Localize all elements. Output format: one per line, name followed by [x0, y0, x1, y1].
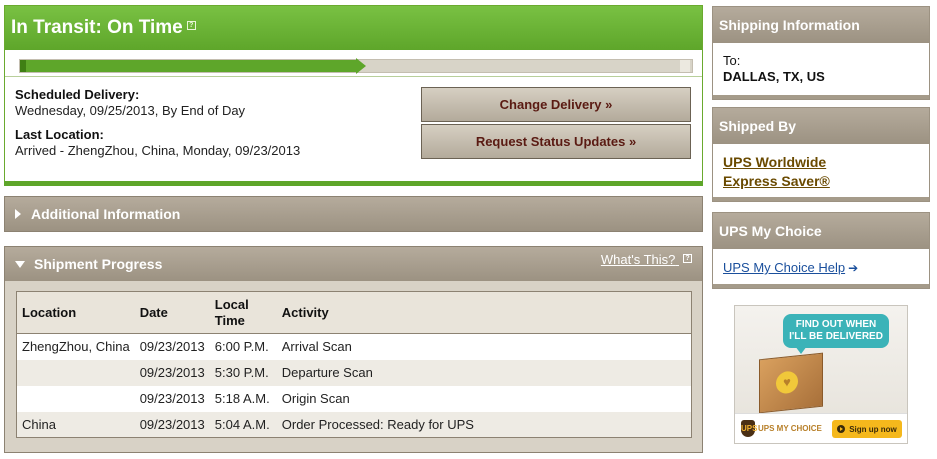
ship-to-label: To:	[723, 53, 741, 68]
service-link[interactable]: UPS Worldwide Express Saver®	[723, 153, 919, 191]
table-row: 09/23/2013 5:30 P.M. Departure Scan	[16, 359, 692, 386]
shipped-by-panel: Shipped By UPS Worldwide Express Saver®	[712, 107, 930, 202]
sign-up-now-button[interactable]: Sign up now	[832, 420, 902, 438]
shipment-progress-section: Location Date Local Time Activity ZhengZ…	[4, 281, 703, 453]
cell-date: 09/23/2013	[134, 411, 210, 438]
column-header-date: Date	[134, 291, 210, 334]
table-row: ZhengZhou, China 09/23/2013 6:00 P.M. Ar…	[17, 334, 692, 360]
panel-bottom-bar	[713, 197, 929, 201]
speech-bubble-tail	[795, 346, 807, 354]
cell-date: 09/23/2013	[134, 359, 210, 386]
ups-my-choice-panel: UPS My Choice UPS My Choice Help ➔	[712, 212, 930, 289]
heart-icon: ♥	[776, 370, 798, 395]
sign-up-now-label: Sign up now	[849, 424, 897, 434]
status-panel: In Transit: On Time ? Scheduled Delivery…	[4, 5, 703, 186]
delivery-progress-bar	[19, 58, 693, 74]
status-header: In Transit: On Time ?	[5, 6, 702, 50]
ups-shield-logo-icon: UPS	[741, 420, 757, 437]
column-header-location: Location	[16, 291, 135, 334]
additional-information-toggle[interactable]: Additional Information	[4, 196, 703, 232]
progress-arrow-icon	[356, 58, 366, 74]
promo-bubble-line-1: FIND OUT WHEN	[795, 319, 877, 330]
ship-to-value: DALLAS, TX, US	[723, 69, 825, 84]
shipment-progress-toggle[interactable]: Shipment Progress What's This? ?	[4, 246, 703, 282]
ups-my-choice-promo-banner[interactable]: FIND OUT WHEN I'LL BE DELIVERED ♥ UPS UP…	[734, 305, 908, 444]
help-icon: ?	[683, 254, 692, 263]
table-header-row: Location Date Local Time Activity	[16, 291, 692, 334]
service-line-2: Express Saver®	[723, 173, 830, 189]
ups-my-choice-body: UPS My Choice Help ➔	[713, 249, 929, 284]
status-title: In Transit: On Time	[11, 17, 183, 38]
panel-bottom-bar	[713, 284, 929, 288]
divider	[5, 76, 702, 77]
cell-time: 5:04 A.M.	[209, 411, 277, 438]
table-row: China 09/23/2013 5:04 A.M. Order Process…	[16, 411, 692, 438]
column-header-local-time: Local Time	[209, 291, 277, 334]
help-icon[interactable]: ?	[186, 20, 196, 30]
shipped-by-body: UPS Worldwide Express Saver®	[713, 144, 929, 197]
expand-arrow-icon	[15, 209, 21, 219]
progress-fill	[20, 60, 356, 72]
cell-activity: Order Processed: Ready for UPS	[276, 411, 692, 438]
activity-table: Location Date Local Time Activity ZhengZ…	[16, 291, 692, 438]
last-location-value: Arrived - ZhengZhou, China, Monday, 09/2…	[15, 143, 301, 158]
shipped-by-header: Shipped By	[713, 108, 929, 144]
cell-time: 5:30 P.M.	[209, 359, 277, 386]
status-bottom-bar	[4, 181, 703, 186]
ups-my-choice-header: UPS My Choice	[713, 213, 929, 249]
cell-time: 6:00 P.M.	[214, 339, 269, 355]
cell-location: ZhengZhou, China	[22, 339, 130, 355]
whats-this-link[interactable]: What's This? ?	[601, 252, 692, 267]
promo-brand-text: UPS MY CHOICE	[758, 424, 822, 433]
promo-speech-bubble: FIND OUT WHEN I'LL BE DELIVERED	[783, 314, 889, 348]
cell-activity: Arrival Scan	[281, 339, 352, 355]
scheduled-delivery-label: Scheduled Delivery:	[15, 87, 140, 102]
cell-time: 5:18 A.M.	[214, 391, 270, 406]
cell-activity: Departure Scan	[276, 359, 692, 386]
request-status-updates-button[interactable]: Request Status Updates »	[421, 124, 691, 159]
whats-this-label: What's This?	[600, 252, 676, 267]
column-header-activity: Activity	[276, 291, 692, 334]
progress-end-marker	[680, 60, 690, 72]
cell-activity: Origin Scan	[281, 391, 350, 406]
ups-my-choice-help-link[interactable]: UPS My Choice Help	[723, 260, 845, 275]
cell-location: China	[16, 411, 135, 438]
promo-footer: UPS UPS MY CHOICE Sign up now	[735, 413, 907, 443]
last-location-label: Last Location:	[15, 127, 104, 142]
change-delivery-button[interactable]: Change Delivery »	[421, 87, 691, 122]
shipment-progress-label: Shipment Progress	[34, 256, 163, 272]
play-icon	[837, 425, 846, 433]
service-line-1: UPS Worldwide	[723, 154, 827, 170]
shipping-information-panel: Shipping Information To: DALLAS, TX, US	[712, 6, 930, 100]
scheduled-delivery-value: Wednesday, 09/25/2013, By End of Day	[15, 103, 246, 118]
progress-start-marker	[20, 60, 26, 72]
collapse-arrow-icon	[15, 260, 25, 268]
cell-date: 09/23/2013	[139, 339, 205, 355]
arrow-right-icon: ➔	[848, 261, 859, 275]
additional-information-label: Additional Information	[31, 206, 181, 222]
shipping-information-header: Shipping Information	[713, 7, 929, 43]
promo-bubble-line-2: I'LL BE DELIVERED	[789, 331, 883, 342]
shipping-information-body: To: DALLAS, TX, US	[713, 43, 929, 95]
cell-location	[16, 359, 135, 386]
cell-location	[17, 386, 135, 412]
table-row: 09/23/2013 5:18 A.M. Origin Scan	[17, 386, 692, 412]
panel-bottom-bar	[713, 95, 929, 99]
last-location: Last Location: Arrived - ZhengZhou, Chin…	[15, 127, 300, 158]
cell-date: 09/23/2013	[139, 391, 205, 406]
package-box-icon: ♥	[759, 352, 823, 414]
scheduled-delivery: Scheduled Delivery: Wednesday, 09/25/201…	[15, 87, 245, 118]
